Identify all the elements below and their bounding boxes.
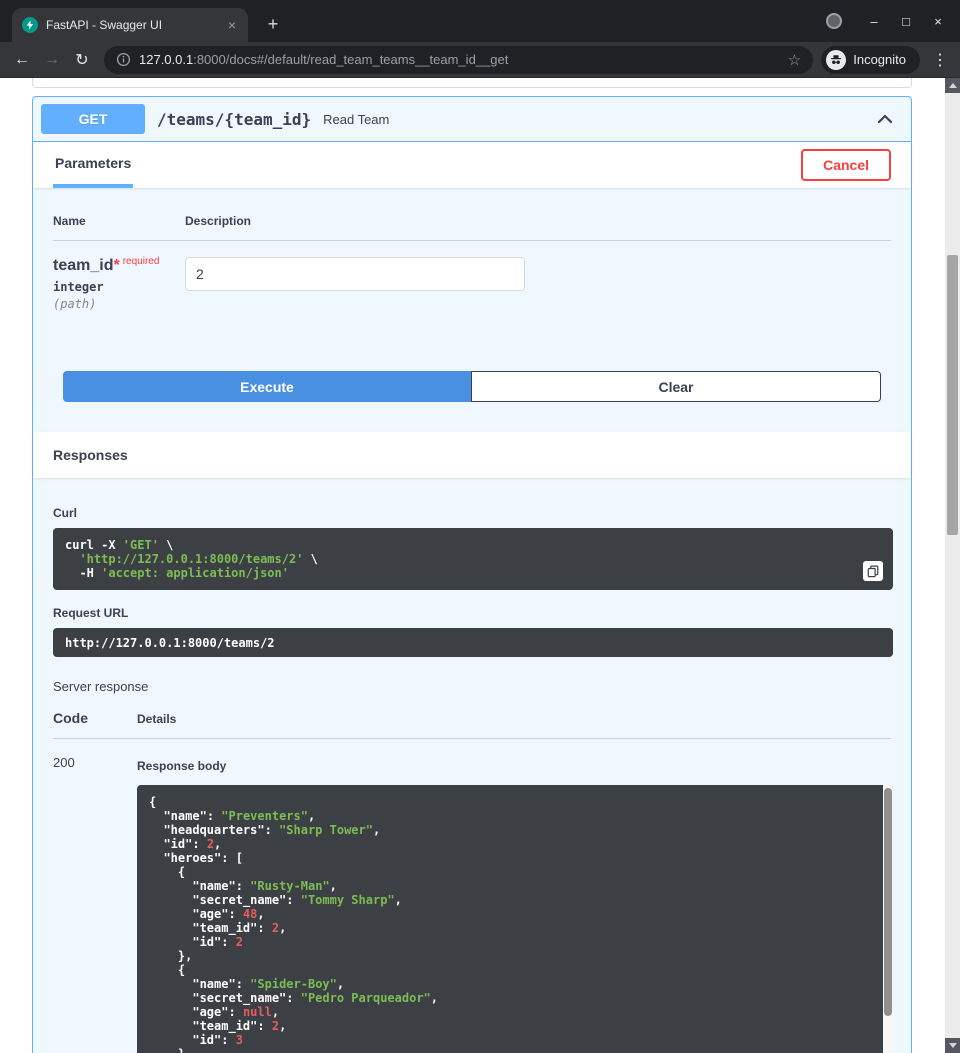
response-details-cell: Response body { "name": "Preventers", "h… bbox=[137, 755, 893, 1053]
bookmark-star-icon[interactable]: ☆ bbox=[788, 51, 801, 69]
clear-button[interactable]: Clear bbox=[471, 371, 881, 402]
name-column-header: Name bbox=[53, 214, 185, 228]
http-method-badge: GET bbox=[41, 104, 145, 134]
execute-row: Execute Clear bbox=[33, 311, 911, 432]
address-bar[interactable]: 127.0.0.1:8000/docs#/default/read_team_t… bbox=[104, 46, 813, 74]
parameters-table-header: Name Description bbox=[53, 206, 891, 241]
scroll-up-icon[interactable] bbox=[945, 78, 960, 93]
browser-update-icon[interactable] bbox=[826, 13, 842, 29]
window-controls: – □ × bbox=[826, 0, 954, 42]
cancel-button[interactable]: Cancel bbox=[801, 149, 891, 181]
fastapi-favicon-icon bbox=[22, 17, 38, 33]
parameter-row: team_id*required integer (path) bbox=[53, 241, 891, 311]
request-url-value: http://127.0.0.1:8000/teams/2 bbox=[53, 628, 893, 657]
parameter-type: integer bbox=[53, 280, 185, 294]
response-body-label: Response body bbox=[137, 759, 893, 773]
url-text[interactable]: 127.0.0.1:8000/docs#/default/read_team_t… bbox=[139, 52, 780, 67]
browser-titlebar: FastAPI - Swagger UI × + – □ × bbox=[0, 0, 960, 42]
browser-window: FastAPI - Swagger UI × + – □ × ← → ↻ 127… bbox=[0, 0, 960, 1053]
curl-label: Curl bbox=[53, 506, 891, 520]
copy-to-clipboard-button[interactable] bbox=[863, 561, 883, 581]
reload-icon[interactable]: ↻ bbox=[68, 46, 96, 74]
parameter-name: team_id*required bbox=[53, 257, 185, 275]
server-response-label: Server response bbox=[53, 679, 891, 694]
swagger-page: GET /teams/{team_id} Read Team Parameter… bbox=[0, 78, 960, 1053]
parameter-meta: team_id*required integer (path) bbox=[53, 257, 185, 311]
responses-section: Curl curl -X 'GET' \ 'http://127.0.0.1:8… bbox=[33, 506, 911, 1053]
responses-header: Responses bbox=[33, 432, 911, 478]
url-path: :8000/docs#/default/read_team_teams__tea… bbox=[193, 52, 508, 67]
required-star: * bbox=[113, 257, 119, 274]
incognito-label: Incognito bbox=[853, 52, 906, 67]
response-body-text[interactable]: { "name": "Preventers", "headquarters": … bbox=[137, 785, 893, 1053]
responses-title: Responses bbox=[53, 447, 128, 463]
code-column-header: Code bbox=[53, 710, 137, 726]
response-row: 200 Response body { "name": "Preventers"… bbox=[53, 739, 891, 1053]
response-table-header: Code Details bbox=[53, 710, 891, 739]
curl-command-text[interactable]: curl -X 'GET' \ 'http://127.0.0.1:8000/t… bbox=[53, 528, 893, 590]
parameter-location: (path) bbox=[53, 297, 185, 311]
browser-toolbar: ← → ↻ 127.0.0.1:8000/docs#/default/read_… bbox=[0, 42, 960, 78]
endpoint-path: /teams/{team_id} bbox=[157, 110, 311, 129]
new-tab-button[interactable]: + bbox=[260, 11, 286, 37]
page-scrollbar[interactable] bbox=[945, 78, 960, 1053]
site-info-icon[interactable] bbox=[116, 52, 131, 67]
tab-parameters[interactable]: Parameters bbox=[53, 142, 133, 188]
opblock-get-teams: GET /teams/{team_id} Read Team Parameter… bbox=[32, 96, 912, 1053]
tab-title: FastAPI - Swagger UI bbox=[46, 18, 218, 32]
close-window-button[interactable]: × bbox=[922, 5, 954, 37]
back-icon[interactable]: ← bbox=[8, 46, 36, 74]
required-label: required bbox=[123, 256, 160, 267]
forward-icon[interactable]: → bbox=[38, 46, 66, 74]
page-scrollbar-thumb[interactable] bbox=[947, 255, 958, 535]
response-scrollbar-thumb[interactable] bbox=[884, 788, 892, 1016]
tab-close-icon[interactable]: × bbox=[226, 17, 238, 33]
parameters-header: Parameters Cancel bbox=[33, 142, 911, 188]
url-host: 127.0.0.1 bbox=[139, 52, 193, 67]
scroll-down-icon[interactable] bbox=[945, 1038, 960, 1053]
curl-block: curl -X 'GET' \ 'http://127.0.0.1:8000/t… bbox=[53, 528, 893, 590]
status-code: 200 bbox=[53, 755, 137, 1053]
request-url-label: Request URL bbox=[53, 606, 891, 620]
minimize-button[interactable]: – bbox=[858, 5, 890, 37]
endpoint-summary: Read Team bbox=[323, 112, 389, 127]
incognito-badge: Incognito bbox=[821, 46, 920, 74]
response-scrollbar[interactable] bbox=[883, 785, 893, 1053]
collapse-chevron-icon[interactable] bbox=[877, 114, 893, 124]
previous-card-edge bbox=[32, 78, 912, 88]
opblock-summary[interactable]: GET /teams/{team_id} Read Team bbox=[33, 97, 911, 142]
description-column-header: Description bbox=[185, 214, 891, 228]
details-column-header: Details bbox=[137, 712, 891, 726]
response-body-block: { "name": "Preventers", "headquarters": … bbox=[137, 785, 893, 1053]
incognito-icon bbox=[826, 50, 846, 70]
browser-tab[interactable]: FastAPI - Swagger UI × bbox=[12, 8, 248, 42]
parameters-section: Name Description team_id*required intege… bbox=[33, 188, 911, 311]
execute-button[interactable]: Execute bbox=[63, 371, 471, 402]
browser-menu-icon[interactable]: ⋮ bbox=[928, 50, 952, 70]
maximize-button[interactable]: □ bbox=[890, 5, 922, 37]
parameter-description-cell bbox=[185, 257, 891, 311]
team-id-input[interactable] bbox=[185, 257, 525, 291]
